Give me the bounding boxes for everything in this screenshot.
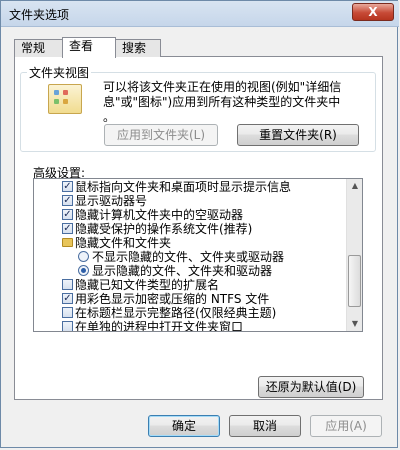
tab-general[interactable]: 常规 (14, 39, 64, 57)
checked-checkbox-icon[interactable]: ✓ (62, 293, 73, 304)
setting-label: 在标题栏显示完整路径(仅限经典主题) (75, 306, 277, 320)
apply-button[interactable]: 应用(A) (310, 415, 382, 437)
selected-radio-icon[interactable] (78, 265, 89, 276)
cancel-button[interactable]: 取消 (229, 415, 301, 437)
title-bar[interactable]: 文件夹选项 X (1, 1, 399, 27)
folder-icon (62, 238, 73, 247)
advanced-settings-list[interactable]: ✓ 鼠标指向文件夹和桌面项时显示提示信息 ✓ 显示驱动器号 ✓ 隐藏计算机文件夹中的空驱动… (33, 178, 363, 332)
tab-view[interactable]: 查看 (62, 37, 116, 58)
folder-view-icon (48, 84, 82, 114)
setting-label: 在单独的进程中打开文件夹窗口 (75, 320, 244, 332)
scroll-thumb[interactable] (348, 255, 361, 307)
checked-checkbox-icon[interactable]: ✓ (62, 195, 73, 206)
checkbox-icon[interactable] (62, 279, 73, 290)
tab-search[interactable]: 搜索 (115, 39, 161, 57)
checked-checkbox-icon[interactable]: ✓ (62, 209, 73, 220)
setting-label: 显示隐藏的文件、文件夹和驱动器 (92, 264, 273, 278)
checked-checkbox-icon[interactable]: ✓ (62, 223, 73, 234)
reset-folders-button[interactable]: 重置文件夹(R) (237, 124, 359, 146)
restore-defaults-button[interactable]: 还原为默认值(D) (258, 376, 364, 398)
setting-label: 显示驱动器号 (75, 194, 148, 208)
setting-label: 隐藏受保护的操作系统文件(推荐) (75, 222, 253, 236)
radio-icon[interactable] (78, 251, 89, 262)
ok-button[interactable]: 确定 (148, 415, 220, 437)
setting-label: 鼠标指向文件夹和桌面项时显示提示信息 (75, 180, 292, 194)
checked-checkbox-icon[interactable]: ✓ (62, 181, 73, 192)
folder-views-description: 可以将该文件夹正在使用的视图(例如"详细信 息"或"图标")应用到所有这种类型的… (103, 80, 371, 125)
setting-label: 用彩色显示加密或压缩的 NTFS 文件 (75, 292, 270, 306)
description-line-1: 可以将该文件夹正在使用的视图(例如"详细信 (103, 80, 342, 94)
scroll-up-arrow-icon[interactable]: ▲ (348, 179, 362, 193)
close-button[interactable]: X (352, 3, 394, 21)
setting-label: 不显示隐藏的文件、文件夹或驱动器 (92, 250, 285, 264)
description-line-2: 息"或"图标")应用到所有这种类型的文件夹中 (103, 95, 341, 109)
checkbox-icon[interactable] (62, 307, 73, 318)
scroll-down-arrow-icon[interactable]: ▼ (348, 317, 362, 331)
apply-to-folders-button[interactable]: 应用到文件夹(L) (104, 124, 218, 146)
setting-label: 隐藏文件和文件夹 (75, 236, 172, 250)
vertical-scrollbar[interactable]: ▲ ▼ (346, 179, 362, 331)
window-title: 文件夹选项 (9, 8, 70, 22)
folder-views-title: 文件夹视图 (27, 64, 92, 81)
setting-label: 隐藏已知文件类型的扩展名 (75, 278, 220, 292)
description-line-3: 。 (103, 110, 116, 124)
checkbox-icon[interactable] (62, 321, 73, 331)
setting-label: 隐藏计算机文件夹中的空驱动器 (75, 208, 244, 222)
